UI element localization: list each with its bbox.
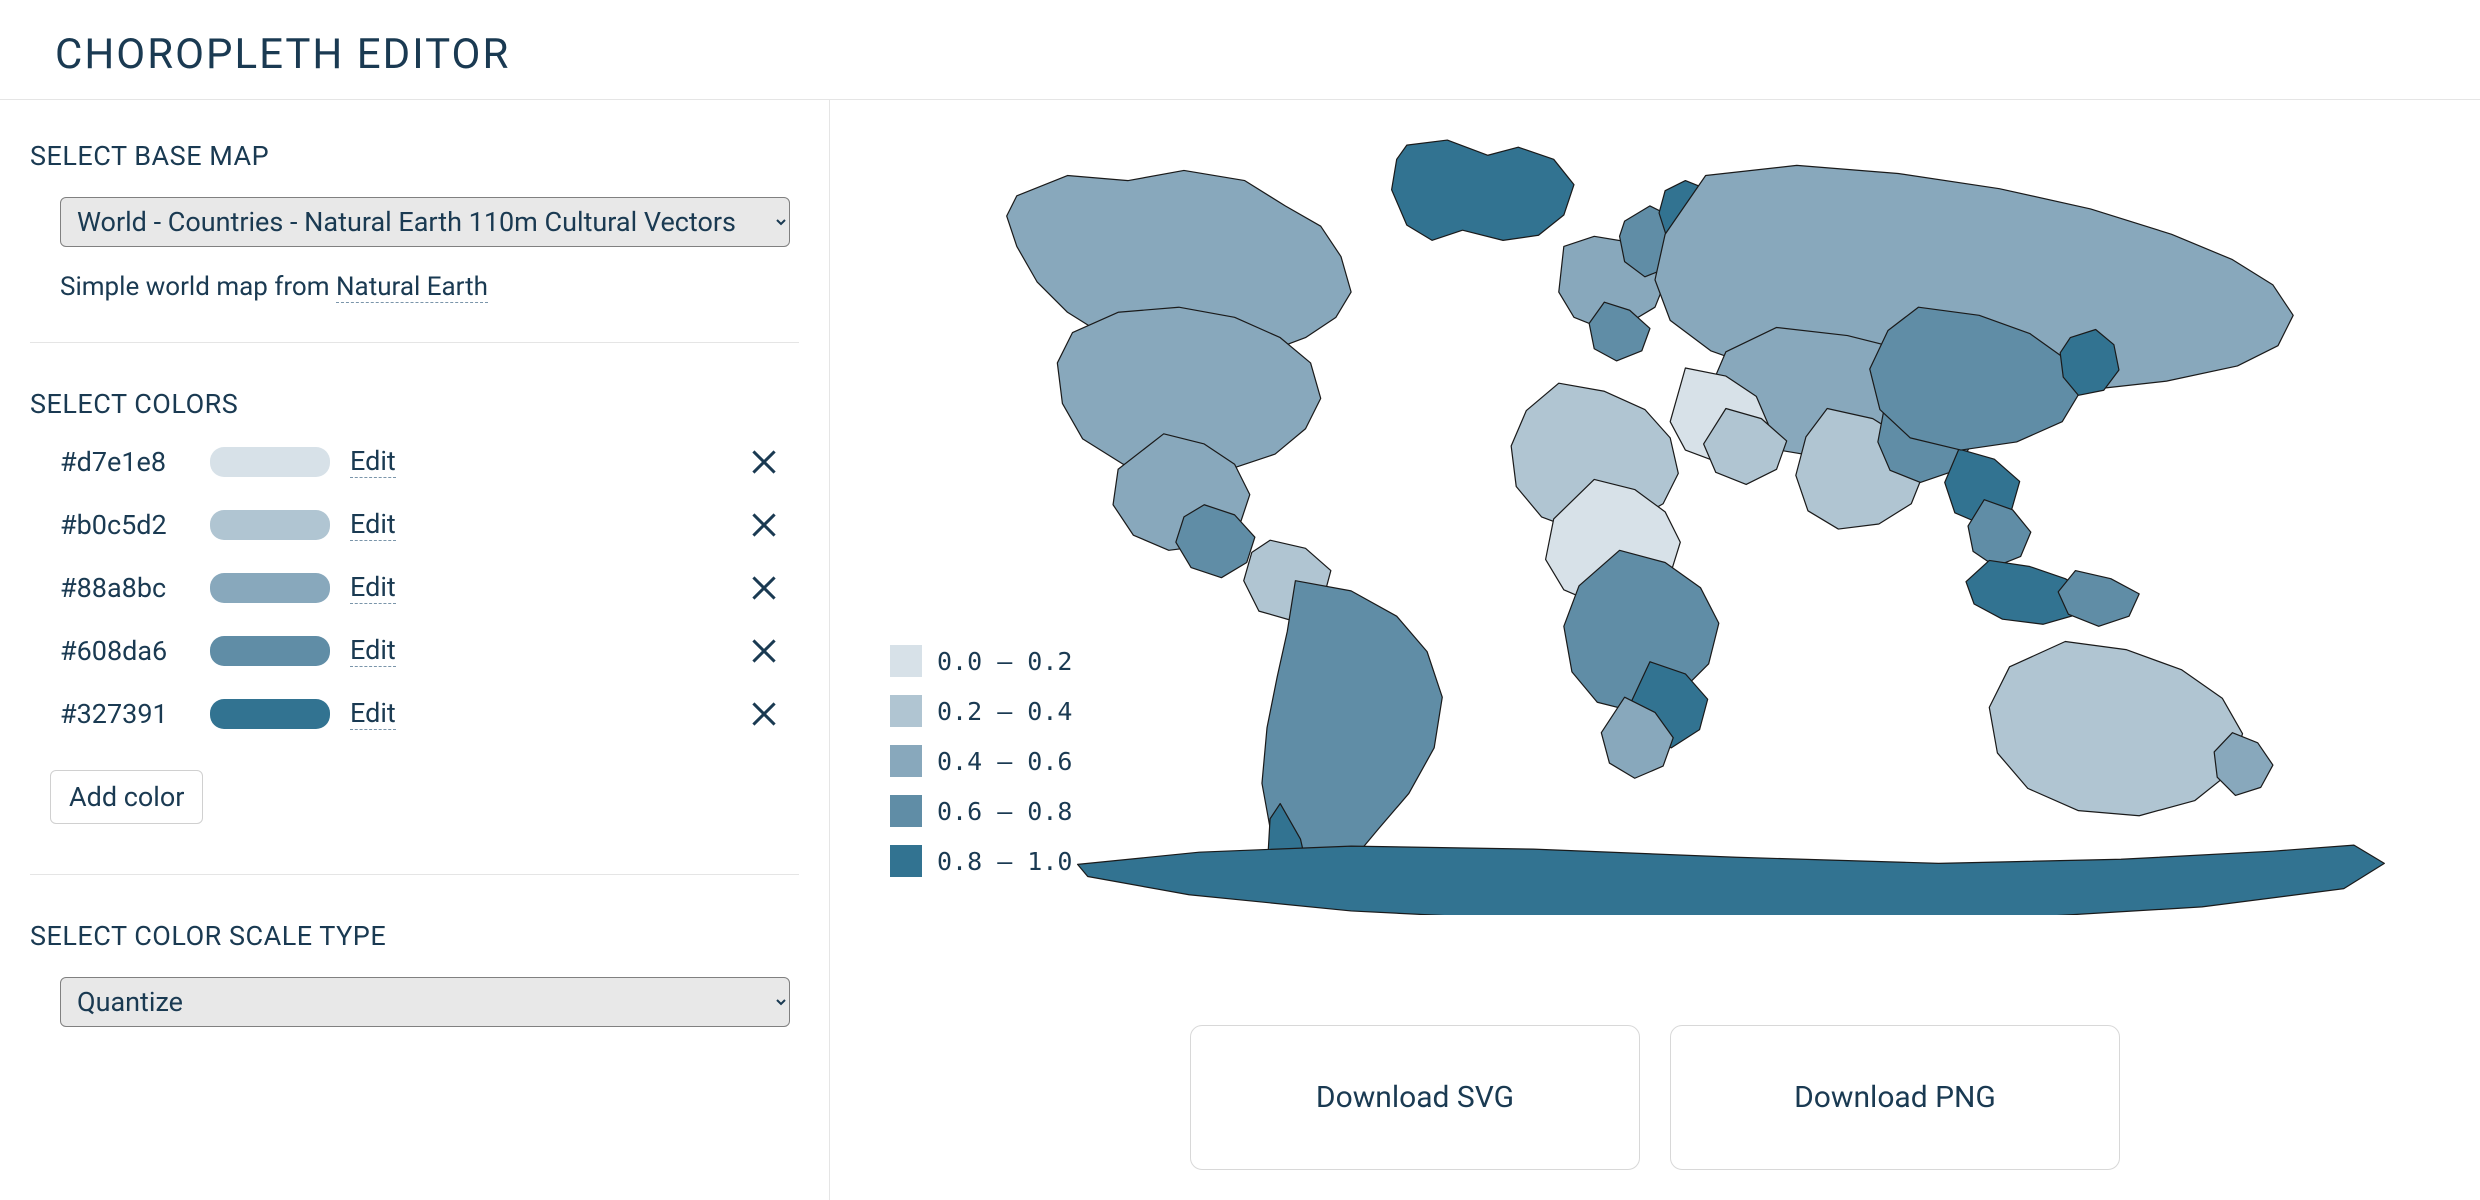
legend-swatch <box>890 645 922 677</box>
edit-color-link[interactable]: Edit <box>350 445 396 478</box>
legend-swatch <box>890 745 922 777</box>
close-icon[interactable] <box>749 447 779 477</box>
legend-row: 0.8 – 1.0 <box>890 845 1072 877</box>
color-hex: #b0c5d2 <box>60 509 190 541</box>
basemap-select-wrap: World - Countries - Natural Earth 110m C… <box>60 197 799 247</box>
download-png-button[interactable]: Download PNG <box>1670 1025 2120 1170</box>
legend-label: 0.6 – 0.8 <box>937 797 1072 826</box>
close-icon[interactable] <box>749 699 779 729</box>
legend-swatch <box>890 845 922 877</box>
natural-earth-link[interactable]: Natural Earth <box>336 272 488 303</box>
color-row: #b0c5d2 Edit <box>60 508 799 541</box>
legend-swatch <box>890 795 922 827</box>
color-swatch[interactable] <box>210 699 330 729</box>
color-hex: #327391 <box>60 698 190 730</box>
legend-label: 0.2 – 0.4 <box>937 697 1072 726</box>
legend-row: 0.6 – 0.8 <box>890 795 1072 827</box>
sidebar: SELECT BASE MAP World - Countries - Natu… <box>0 100 830 1200</box>
add-color-button[interactable]: Add color <box>50 770 203 824</box>
choropleth-map[interactable] <box>880 135 2430 915</box>
basemap-hint: Simple world map from Natural Earth <box>60 272 799 302</box>
divider <box>30 342 799 343</box>
header: CHOROPLETH EDITOR <box>0 0 2480 100</box>
scale-section: SELECT COLOR SCALE TYPE Quantize <box>30 920 799 1027</box>
scale-select[interactable]: Quantize <box>60 977 790 1027</box>
color-row: #327391 Edit <box>60 697 799 730</box>
page-title: CHOROPLETH EDITOR <box>55 30 2480 79</box>
legend-label: 0.4 – 0.6 <box>937 747 1072 776</box>
color-row: #d7e1e8 Edit <box>60 445 799 478</box>
legend-label: 0.0 – 0.2 <box>937 647 1072 676</box>
basemap-section: SELECT BASE MAP World - Countries - Natu… <box>30 140 799 302</box>
color-swatch[interactable] <box>210 573 330 603</box>
edit-color-link[interactable]: Edit <box>350 697 396 730</box>
main-panel: 0.0 – 0.2 0.2 – 0.4 0.4 – 0.6 0.6 – 0.8 <box>830 100 2480 1200</box>
legend-swatch <box>890 695 922 727</box>
download-svg-button[interactable]: Download SVG <box>1190 1025 1640 1170</box>
colors-title: SELECT COLORS <box>30 388 799 420</box>
color-hex: #88a8bc <box>60 572 190 604</box>
color-hex: #608da6 <box>60 635 190 667</box>
color-swatch[interactable] <box>210 447 330 477</box>
colors-section: SELECT COLORS #d7e1e8 Edit #b0c5d2 Edit <box>30 388 799 874</box>
legend-row: 0.0 – 0.2 <box>890 645 1072 677</box>
basemap-hint-text: Simple world map from <box>60 272 336 302</box>
legend-row: 0.4 – 0.6 <box>890 745 1072 777</box>
edit-color-link[interactable]: Edit <box>350 634 396 667</box>
app-container: CHOROPLETH EDITOR SELECT BASE MAP World … <box>0 0 2480 1200</box>
color-swatch[interactable] <box>210 636 330 666</box>
basemap-select[interactable]: World - Countries - Natural Earth 110m C… <box>60 197 790 247</box>
color-hex: #d7e1e8 <box>60 446 190 478</box>
divider <box>30 874 799 875</box>
color-row: #608da6 Edit <box>60 634 799 667</box>
close-icon[interactable] <box>749 636 779 666</box>
color-swatch[interactable] <box>210 510 330 540</box>
close-icon[interactable] <box>749 573 779 603</box>
content: SELECT BASE MAP World - Countries - Natu… <box>0 100 2480 1200</box>
download-row: Download SVG Download PNG <box>880 1025 2430 1170</box>
scale-title: SELECT COLOR SCALE TYPE <box>30 920 799 952</box>
color-row: #88a8bc Edit <box>60 571 799 604</box>
legend-row: 0.2 – 0.4 <box>890 695 1072 727</box>
legend-label: 0.8 – 1.0 <box>937 847 1072 876</box>
edit-color-link[interactable]: Edit <box>350 508 396 541</box>
map-legend: 0.0 – 0.2 0.2 – 0.4 0.4 – 0.6 0.6 – 0.8 <box>890 645 1072 895</box>
basemap-title: SELECT BASE MAP <box>30 140 799 172</box>
map-area: 0.0 – 0.2 0.2 – 0.4 0.4 – 0.6 0.6 – 0.8 <box>880 135 2430 995</box>
edit-color-link[interactable]: Edit <box>350 571 396 604</box>
close-icon[interactable] <box>749 510 779 540</box>
